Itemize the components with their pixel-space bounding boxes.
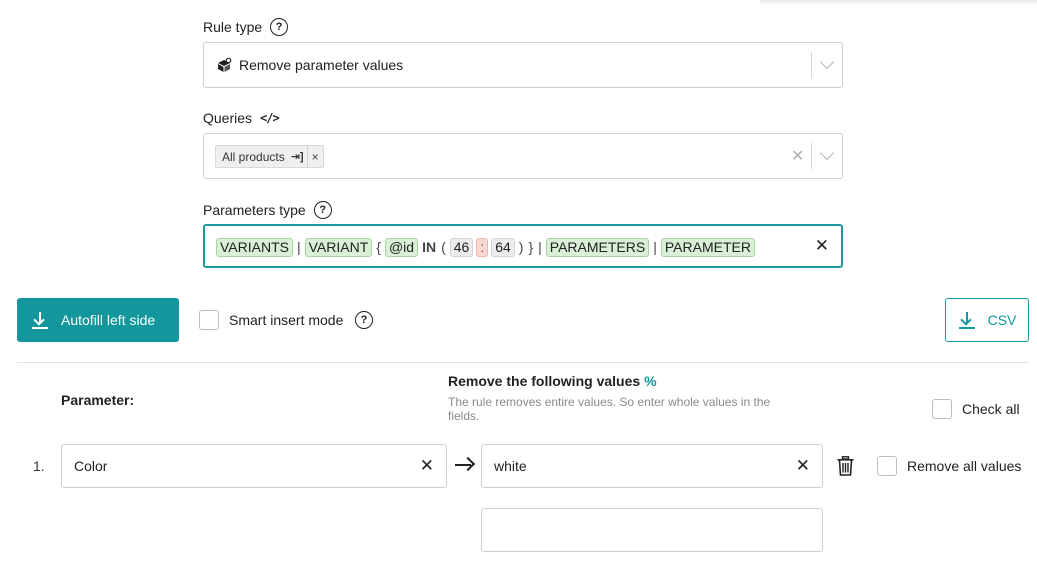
csv-label: CSV — [987, 312, 1017, 328]
queries-select[interactable]: All products ⇥] × ✕ — [203, 133, 843, 179]
clear-parameters-type-icon[interactable]: ✕ — [815, 236, 829, 256]
token-separator: | — [653, 239, 657, 255]
clear-parameter-icon[interactable]: ✕ — [420, 456, 434, 476]
chevron-down-icon[interactable] — [819, 145, 835, 161]
token-keyword-in: IN — [422, 239, 437, 255]
rule-type-select[interactable]: Remove parameter values — [203, 42, 843, 88]
clear-value-icon[interactable]: ✕ — [796, 456, 810, 476]
parameter-value: Color — [74, 458, 108, 474]
values-header-text: Remove the following values — [448, 373, 641, 389]
top-panel-shadow — [760, 0, 1037, 6]
rule-type-separator — [811, 52, 812, 78]
parameter-input[interactable]: Color ✕ — [61, 444, 447, 488]
values-header: Remove the following values% — [448, 373, 657, 389]
token-variant: VARIANT — [304, 237, 373, 257]
smart-insert-help-icon[interactable]: ? — [355, 311, 373, 329]
token-brace-close: } — [528, 239, 534, 255]
arrow-right-icon — [454, 455, 476, 475]
rule-type-help-icon[interactable]: ? — [270, 18, 289, 36]
parameter-header: Parameter: — [61, 392, 135, 408]
new-value-input[interactable] — [481, 508, 823, 552]
download-icon — [31, 311, 49, 329]
parameters-type-help-icon[interactable]: ? — [313, 201, 332, 219]
token-colon: : — [476, 237, 489, 257]
query-chip-label: All products — [222, 149, 285, 164]
value-input[interactable]: white ✕ — [481, 444, 823, 488]
enter-arrow-icon: ⇥] — [290, 151, 304, 163]
smart-insert-checkbox[interactable] — [199, 310, 219, 330]
autofill-label: Autofill left side — [61, 312, 156, 328]
parameters-type-label-row: Parameters type ? — [203, 201, 332, 219]
row-number: 1. — [33, 458, 45, 474]
smart-insert-label: Smart insert mode — [229, 312, 344, 328]
remove-all-values-checkbox[interactable] — [877, 456, 897, 476]
parameters-type-input[interactable]: VARIANTS | VARIANT { @id IN ( 46 : 64 ) … — [203, 224, 843, 268]
token-id: @id — [384, 237, 419, 257]
section-divider — [17, 362, 1029, 363]
csv-button[interactable]: CSV — [945, 298, 1029, 342]
queries-label-row: Queries </> — [203, 110, 280, 126]
token-paren-open: ( — [441, 239, 446, 255]
rule-type-label-row: Rule type ? — [203, 18, 289, 36]
download-icon — [958, 311, 976, 329]
rule-type-label: Rule type — [203, 19, 263, 35]
clear-icon[interactable]: ✕ — [791, 146, 804, 166]
token-parameter: PARAMETER — [660, 237, 755, 257]
parameters-type-tokens: VARIANTS | VARIANT { @id IN ( 46 : 64 ) … — [216, 226, 755, 268]
rule-type-value: Remove parameter values — [239, 57, 404, 73]
check-all-checkbox[interactable] — [932, 399, 952, 419]
autofill-left-side-button[interactable]: Autofill left side — [17, 298, 179, 342]
token-parameters: PARAMETERS — [545, 237, 650, 257]
parameters-type-label: Parameters type — [203, 202, 306, 218]
token-number-1: 46 — [449, 237, 474, 257]
remove-values-icon — [218, 57, 232, 72]
chevron-down-icon[interactable] — [819, 54, 835, 70]
percent-icon[interactable]: % — [644, 373, 656, 389]
chip-remove-icon[interactable]: × — [306, 146, 323, 167]
token-separator: | — [538, 239, 542, 255]
token-brace-open: { — [376, 239, 381, 255]
token-separator: | — [296, 239, 301, 255]
remove-all-values-label: Remove all values — [907, 458, 1022, 474]
code-icon[interactable]: </> — [260, 111, 280, 125]
check-all-label: Check all — [962, 401, 1020, 417]
queries-label: Queries — [203, 110, 253, 126]
values-note: The rule removes entire values. So enter… — [448, 395, 771, 423]
queries-separator — [811, 143, 812, 169]
token-variants: VARIANTS — [216, 237, 293, 257]
token-paren-close: ) — [518, 239, 524, 255]
trash-icon[interactable] — [837, 456, 854, 476]
value-text: white — [494, 458, 527, 474]
token-number-2: 64 — [491, 237, 515, 257]
query-chip[interactable]: All products ⇥] × — [215, 145, 324, 168]
